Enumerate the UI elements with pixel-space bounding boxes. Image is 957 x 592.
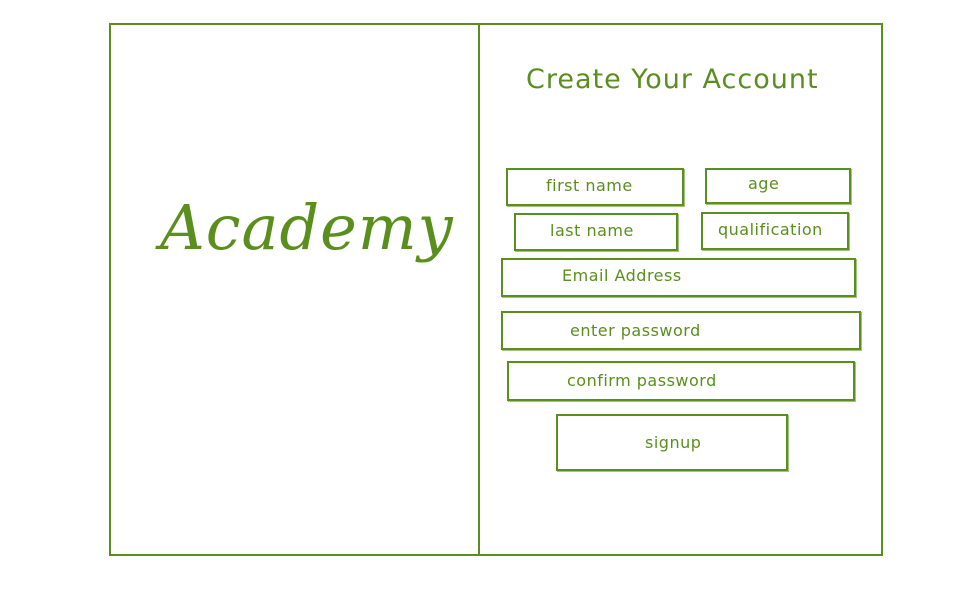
- first-name-placeholder: first name: [546, 176, 633, 195]
- last-name-placeholder: last name: [550, 221, 634, 240]
- signup-button-label: signup: [645, 433, 702, 452]
- age-placeholder: age: [748, 174, 780, 193]
- brand-logo-text: Academy: [160, 191, 454, 264]
- email-placeholder: Email Address: [562, 266, 682, 285]
- page-title: Create Your Account: [526, 64, 819, 95]
- confirm-password-placeholder: confirm password: [567, 371, 717, 390]
- qualification-placeholder: qualification: [718, 220, 823, 239]
- panel-divider: [478, 23, 480, 556]
- password-placeholder: enter password: [570, 321, 701, 340]
